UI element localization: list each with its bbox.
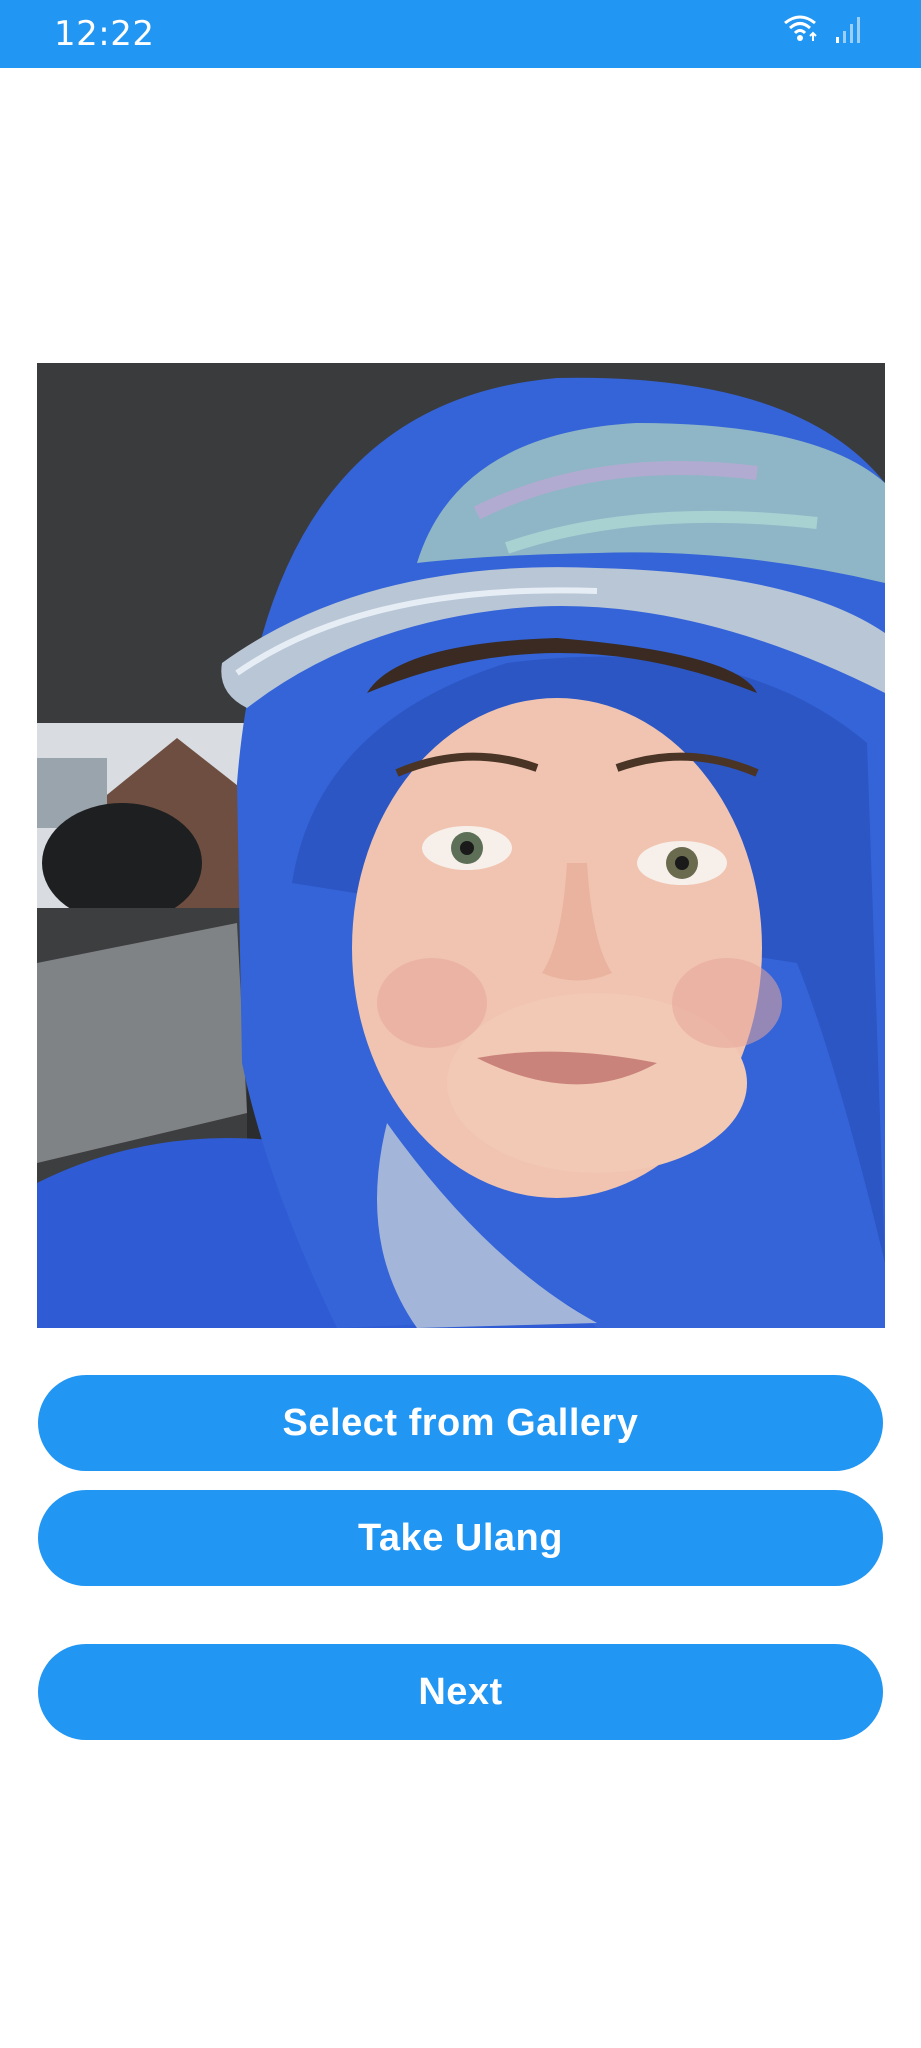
selfie-photo: [37, 363, 885, 1328]
take-again-button[interactable]: Take Ulang: [38, 1490, 883, 1586]
status-bar: 12:22: [0, 0, 921, 68]
signal-icon: [835, 15, 861, 48]
next-button[interactable]: Next: [38, 1644, 883, 1740]
photo-preview: [37, 363, 885, 1328]
status-time: 12:22: [54, 14, 155, 54]
select-from-gallery-button[interactable]: Select from Gallery: [38, 1375, 883, 1471]
status-icons: [783, 15, 861, 48]
wifi-icon: [783, 13, 821, 48]
